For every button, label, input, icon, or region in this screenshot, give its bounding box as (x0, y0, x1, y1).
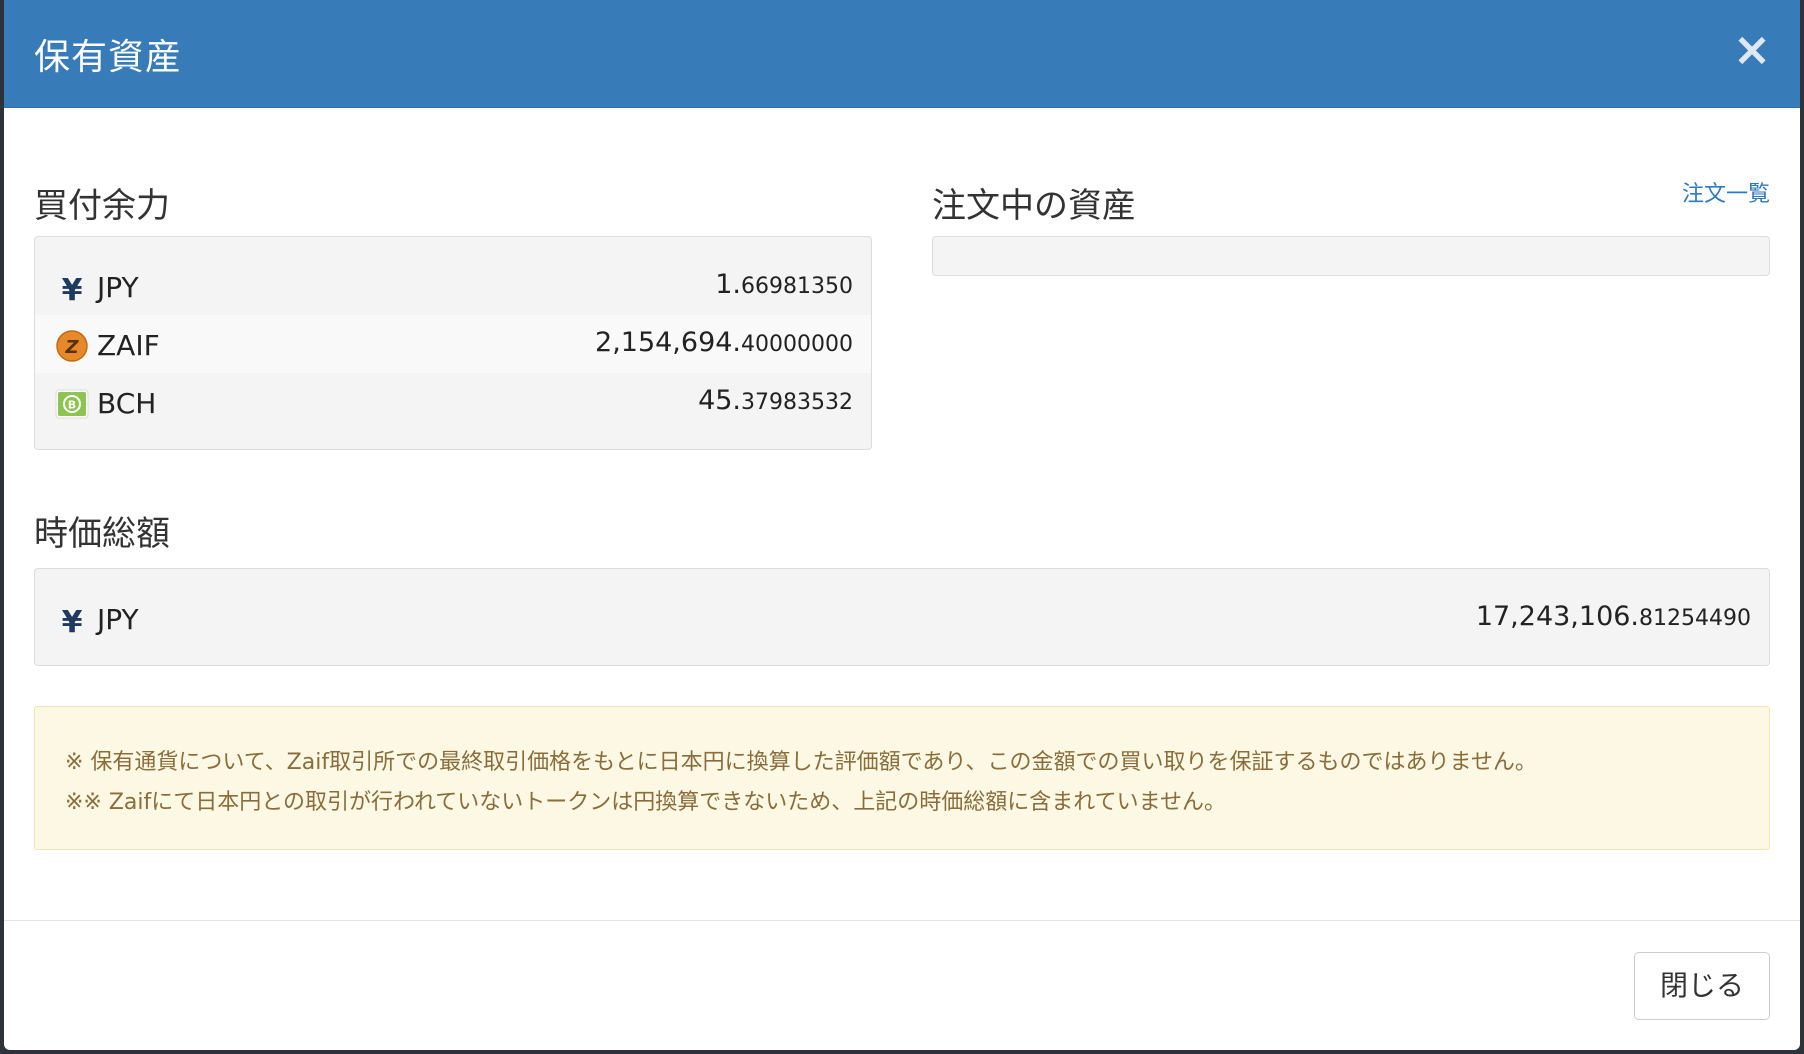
asset-amount: 17,243,106.81254490 (1476, 601, 1751, 632)
holdings-modal: 保有資産 × 買付余力 ¥ JPY 1.66981350 Z ZAIF 2,15… (4, 0, 1800, 1050)
close-icon[interactable]: × (1728, 22, 1776, 76)
asset-symbol: BCH (97, 387, 157, 420)
asset-symbol: JPY (97, 603, 139, 636)
svg-text:Z: Z (64, 337, 79, 358)
asset-amount-frac: 66981350 (741, 274, 853, 299)
svg-text:B: B (68, 399, 76, 412)
asset-amount-int: 2,154,694. (595, 327, 742, 358)
asset-amount-int: 17,243,106. (1475, 601, 1640, 632)
asset-amount-frac: 81254490 (1639, 606, 1751, 631)
asset-row-zaif: Z ZAIF 2,154,694.40000000 (35, 315, 871, 373)
asset-amount: 45.37983532 (698, 385, 853, 416)
zaif-coin-icon: Z (56, 330, 88, 362)
orders-title: 注文中の資産 (932, 186, 1136, 226)
yen-icon: ¥ (62, 273, 83, 305)
modal-header: 保有資産 × (4, 0, 1800, 108)
notice-line-2: ※※ Zaifにて日本円との取引が行われていないトークンは円換算できないため、上… (65, 790, 1226, 815)
buying-power-panel: ¥ JPY 1.66981350 Z ZAIF 2,154,694.400000… (34, 236, 872, 450)
svg-text:¥: ¥ (62, 273, 83, 305)
footer-divider (4, 920, 1800, 921)
asset-row-jpy: ¥ JPY 1.66981350 (35, 257, 871, 315)
asset-amount-int: 45. (698, 385, 742, 416)
asset-symbol: ZAIF (97, 329, 160, 362)
disclaimer-notice: ※ 保有通貨について、Zaif取引所での最終取引価格をもとに日本円に換算した評価… (34, 706, 1770, 850)
svg-text:¥: ¥ (62, 605, 83, 637)
market-value-title: 時価総額 (34, 514, 170, 554)
market-value-panel: ¥ JPY 17,243,106.81254490 (34, 568, 1770, 666)
notice-line-1: ※ 保有通貨について、Zaif取引所での最終取引価格をもとに日本円に換算した評価… (65, 750, 1537, 775)
market-value-row: ¥ JPY 17,243,106.81254490 (35, 589, 1769, 647)
asset-amount-frac: 40000000 (741, 332, 853, 357)
close-button[interactable]: 閉じる (1634, 952, 1770, 1020)
bch-icon: B (55, 389, 89, 419)
yen-icon: ¥ (62, 605, 83, 637)
buying-power-title: 買付余力 (34, 186, 170, 226)
asset-amount-int: 1. (715, 269, 742, 300)
asset-amount: 1.66981350 (715, 269, 853, 300)
asset-amount: 2,154,694.40000000 (595, 327, 853, 358)
asset-row-bch: B BCH 45.37983532 (35, 373, 871, 431)
modal-title: 保有資産 (34, 37, 183, 78)
asset-symbol: JPY (97, 271, 139, 304)
asset-amount-frac: 37983532 (741, 390, 853, 415)
orders-list-link[interactable]: 注文一覧 (1682, 176, 1770, 208)
orders-panel (932, 236, 1770, 276)
